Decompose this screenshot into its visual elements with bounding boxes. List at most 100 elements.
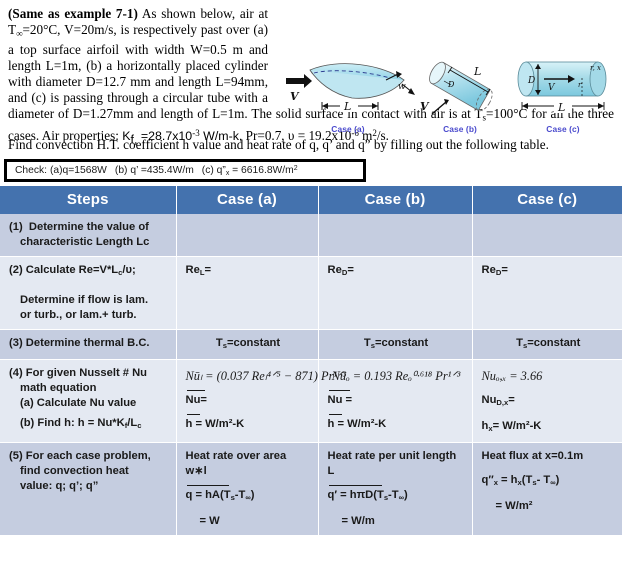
row-3-case-a-cell[interactable]: Ts=constant [176,329,319,360]
case-c-result-eq: = [495,499,503,512]
step-1-line1: Determine the value of [28,221,149,233]
q-c-mid: (T [521,473,533,486]
nu-a-text: Nu= [185,389,207,406]
case-b-result-unit: W/m [351,514,375,527]
q-a-mid: -T [234,488,246,501]
step-5-label: (5) For each case problem, find convecti… [0,442,177,536]
h-c-label: hx= [482,419,500,433]
nu-c-tail: = [508,393,515,406]
h-value-b-row: h = W/m²-K [328,408,465,432]
case-b-heat-equation: q′ = hπD(Ts-T∞) [328,479,465,505]
case-b-result-row: = W/m [328,505,465,529]
step-2-line1: Calculate Re=V*L [25,264,119,276]
step-4-line3: (a) Calculate Nu value [20,396,137,409]
case-c-heat-equation: q″x = hx(Ts- T∞) [482,464,616,490]
step-3-line1: Determine thermal B.C. [25,336,150,349]
row-2-case-c-cell[interactable]: ReD= [472,256,622,330]
header-steps: Steps [0,186,177,214]
table-row: (1) Determine the value of characteristi… [0,214,622,257]
step-3-number: (3) [9,336,23,349]
row-4-case-b-cell[interactable]: Nūₒ = 0.193 Reₒ⁰·⁶¹⁸ Pr¹ᐟ³ Nu = h = W/m… [318,359,473,443]
nu-b-text: Nu = [327,389,353,406]
ts-b-tail: =constant [374,336,429,349]
case-a-heat-equation: q = hA(Ts-T∞) [186,479,311,505]
airfoil-diagram: V w L [278,52,418,124]
row-5-case-b-cell[interactable]: Heat rate per unit length L q′ = hπD(Ts-… [318,442,473,536]
step-1-number: (1) [9,221,23,233]
step-4-line4-sub2: c [137,420,142,430]
row-1-case-a-cell[interactable] [176,214,319,257]
step-1-line2: characteristic Length Lc [20,236,150,248]
check-value-a: (a)q=1568W [49,164,107,176]
step-4-line2: math equation [20,381,97,394]
case-c-result-unit: W/m² [505,499,533,512]
svg-text:L: L [557,101,565,114]
step-4-line4a: (b) Find h: h = Nu*K [20,416,125,429]
h-b-label: h = [327,413,344,430]
heat-transfer-worksheet-table: Steps Case (a) Case (b) Case (c) (1) Det… [0,186,622,536]
h-c-unit: W/m²-K [502,419,542,432]
q-c-mid0: = h [497,473,518,486]
nu-c-lead: Nu [481,393,497,406]
step-5-line3: value: q; q’; q” [20,479,99,492]
svg-text:L: L [343,100,351,113]
cylinder-svg: L D V [420,61,493,115]
header-case-b: Case (b) [318,186,473,214]
check-answer-box: Check: (a)q=1568W (b) q’ =435.4W/m (c) q”x… [4,159,366,182]
row-2-case-b-cell[interactable]: ReD= [318,256,473,330]
step-2-label: (2) Calculate Re=V*Lc/υ; Determine if fl… [0,256,177,330]
case-a-result-unit: W [209,514,220,527]
h-value-a-row: h = W/m²-K [186,408,311,432]
ts-a-tail: =constant [226,336,281,349]
check-value-c-val: = 6616.8W/m [229,164,294,176]
step-2-line1-tail: /υ; [122,264,136,276]
row-5-case-c-cell[interactable]: Heat flux at x=0.1m q″x = hx(Ts- T∞) = W… [472,442,622,536]
step-4-line1: For given Nusselt # Nu [25,366,148,379]
nusselt-equation-a: Nūₗ = (0.037 Reₗ⁴ᐟ⁵ − 871) Pr¹ᐟ³ [185,368,347,383]
case-a-result-row: = W [186,505,311,529]
step-4-line4: (b) Find h: h = Nu*Kf/Lc [9,411,169,433]
h-b-unit: W/m²-K [347,417,387,430]
table-row: (2) Calculate Re=V*Lc/υ; Determine if fl… [0,256,622,330]
figure-case-b: L D V Case (b) [412,52,508,134]
re-b-tail: = [347,264,354,276]
step-4-label: (4) For given Nusselt # Nu math equation… [0,359,177,443]
q-c-mid2: - T [536,473,551,486]
case-b-heat-title: Heat rate per unit length L [327,449,457,477]
airfoil-svg: V w L [286,63,415,113]
case-a-result-eq: = [199,514,207,527]
h-a-label: h = [185,413,202,430]
check-prefix: Check: [15,164,48,176]
h-a-unit: W/m²-K [205,417,245,430]
step-4-line4b: /L [127,416,138,429]
step-2-line2: Determine if flow is lam. [20,293,149,306]
row-1-case-b-cell[interactable] [318,214,473,257]
svg-text:V: V [420,100,430,113]
row-4-case-c-cell[interactable]: Nuₒ,ₓ = 3.66 NuD,x= hx= W/m²-K [472,359,622,443]
step-5-line2: find convection heat [20,464,129,477]
nusselt-equation-c: Nuₒ,ₓ = 3.66 [481,368,543,383]
figure-caption-c: Case (c) [546,124,580,134]
svg-text:r, x: r, x [590,64,601,72]
row-1-case-c-cell[interactable] [472,214,622,257]
row-2-case-a-cell[interactable]: ReL= [176,256,319,330]
figures-group: V w L Case (a) L D V Case (b) D V r, x r… [278,52,622,142]
row-5-case-a-cell[interactable]: Heat rate over area w∗l q = hA(Ts-T∞) = … [176,442,319,536]
re-a-label: Re [185,264,200,276]
row-3-case-b-cell[interactable]: Ts=constant [318,329,473,360]
svg-text:V: V [290,90,300,103]
ts-b-lead: T [363,336,371,349]
h-c-tail: = [492,419,500,432]
nusselt-equation-b: Nūₒ = 0.193 Reₒ⁰·⁶¹⁸ Pr¹ᐟ³ [331,368,461,383]
nu-c-sub: D,x [496,397,509,407]
table-header-row: Steps Case (a) Case (b) Case (c) [0,186,622,214]
row-4-case-a-cell[interactable]: Nūₗ = (0.037 Reₗ⁴ᐟ⁵ − 871) Pr¹ᐟ³ Nu= h … [176,359,347,443]
step-2-line3: or turb., or lam.+ turb. [20,308,137,321]
re-b-label: Re [327,264,342,276]
figure-caption-a: Case (a) [331,124,365,134]
re-c-tail: = [501,264,508,276]
re-c-label: Re [481,264,496,276]
ts-a-lead: T [215,336,223,349]
svg-text:D: D [527,76,535,86]
row-3-case-c-cell[interactable]: Ts=constant [472,329,622,360]
